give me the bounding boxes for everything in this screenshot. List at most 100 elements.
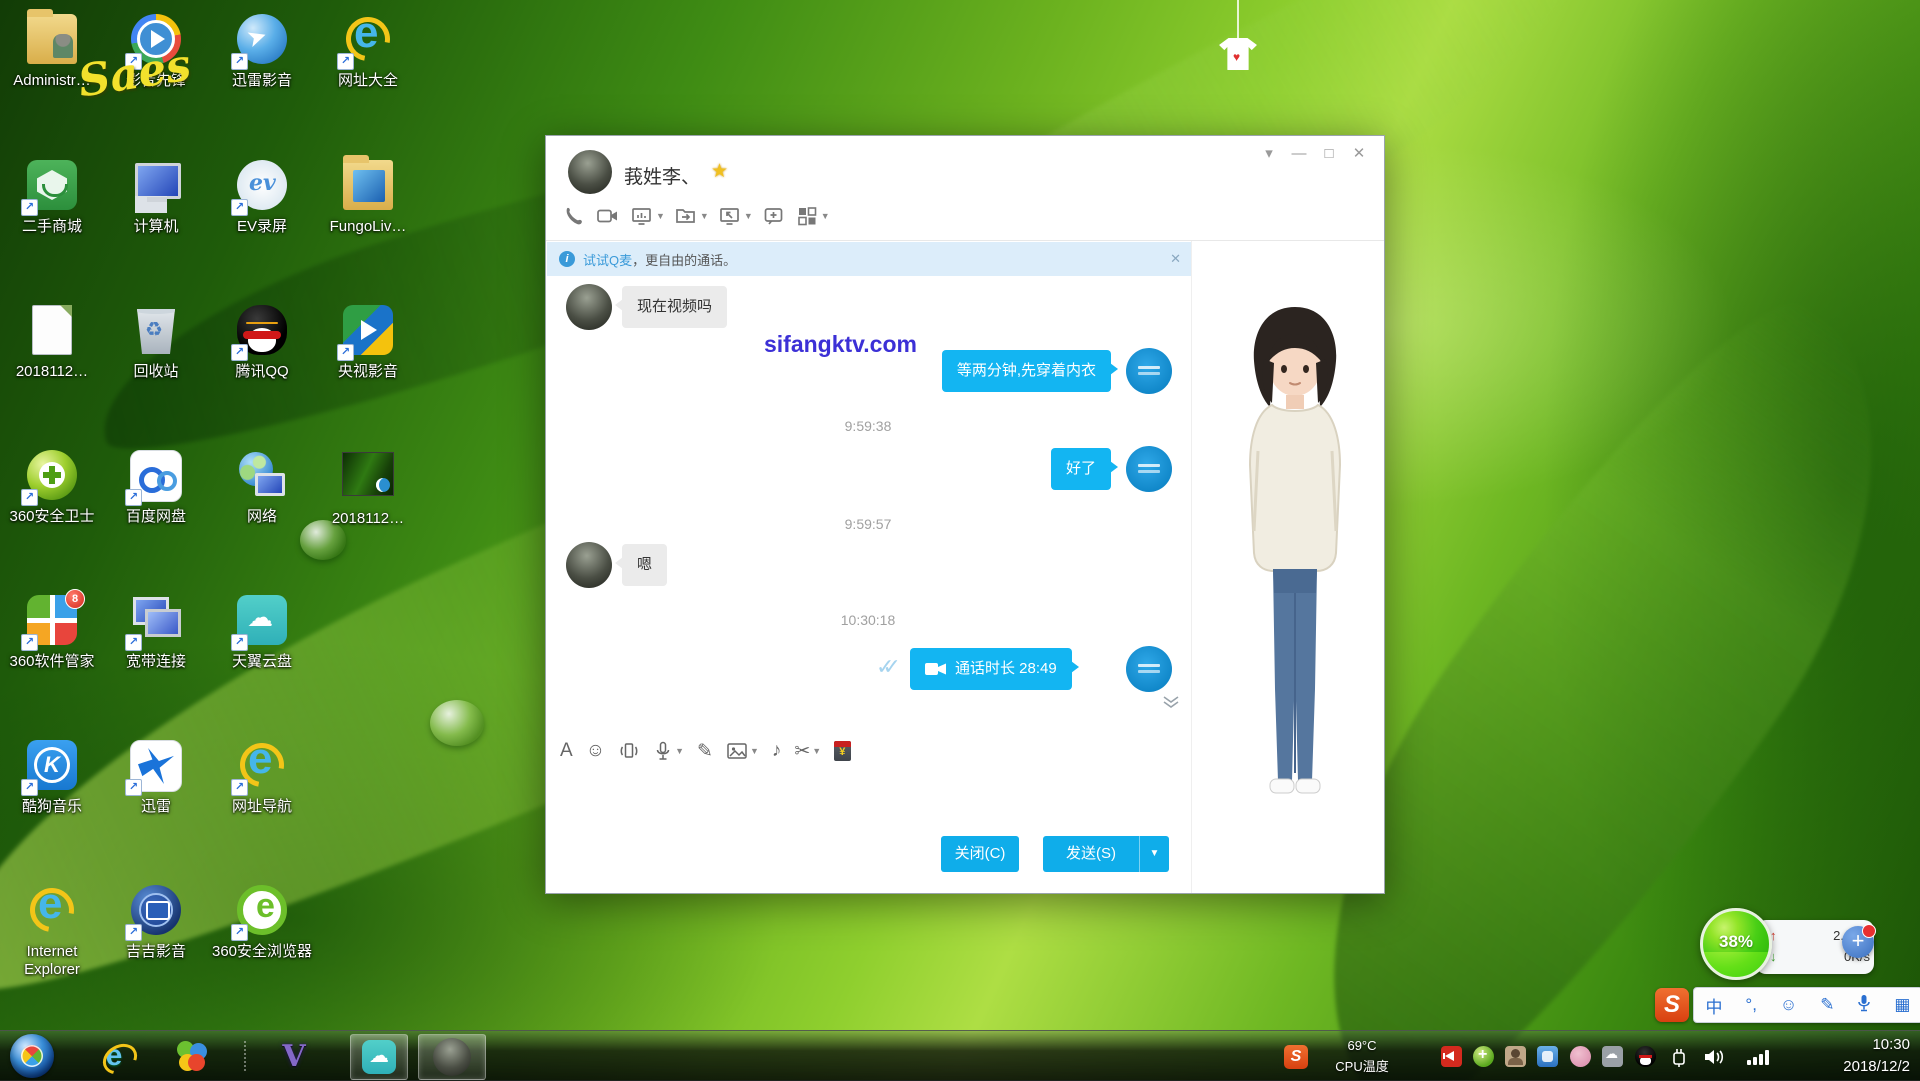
desktop-icon-label: 腾讯QQ xyxy=(210,363,314,381)
desktop-icon-ev-luping[interactable]: ↗ EV录屏 xyxy=(210,158,314,290)
timestamp: 9:59:57 xyxy=(768,516,968,532)
ime-mode-chinese[interactable]: 中 xyxy=(1705,993,1722,1018)
desktop-icon-recycle-bin[interactable]: 回收站 xyxy=(104,303,208,435)
desktop-icon-xunlei[interactable]: ↗ 迅雷 xyxy=(104,738,208,870)
close-chat-button[interactable]: 关闭(C) xyxy=(941,836,1019,872)
nudge-icon[interactable] xyxy=(618,740,640,762)
self-avatar[interactable] xyxy=(1126,646,1172,692)
send-file-icon[interactable]: ▼ xyxy=(674,204,709,228)
notice-close-icon[interactable]: ✕ xyxy=(1170,251,1181,267)
desktop-icon-xunlei-yingyin[interactable]: ↗ 迅雷影音 xyxy=(210,12,314,144)
timestamp: 10:30:18 xyxy=(768,612,968,628)
window-menu-button[interactable]: ▾ xyxy=(1254,144,1284,162)
tray-flower-icon[interactable] xyxy=(1570,1046,1591,1067)
desktop-icon-360-browser[interactable]: ↗ 360安全浏览器 xyxy=(210,883,314,1015)
screenshot-icon[interactable]: ✂▼ xyxy=(794,740,821,763)
create-group-icon[interactable] xyxy=(762,204,786,228)
desktop-icon-label: 回收站 xyxy=(104,363,208,381)
tray-volume-icon[interactable] xyxy=(1702,1046,1726,1073)
call-record-message[interactable]: 通话时长 28:49 xyxy=(910,648,1072,690)
remote-desktop-icon[interactable]: ▼ xyxy=(718,204,753,228)
taskbar-ie-button[interactable]: e xyxy=(88,1036,140,1076)
taskbar-clock[interactable]: 10:30 2018/12/2 xyxy=(1843,1034,1910,1078)
minimize-button[interactable]: — xyxy=(1284,145,1314,162)
peer-avatar[interactable] xyxy=(566,542,612,588)
self-avatar[interactable] xyxy=(1126,348,1172,394)
voice-call-icon[interactable] xyxy=(562,204,586,228)
emoji-icon[interactable]: ☺ xyxy=(586,740,605,762)
desktop-icon-baidu-netdisk[interactable]: ↗ 百度网盘 xyxy=(104,448,208,580)
message-list[interactable]: 现在视频吗 sifangktv.com 等两分钟,先穿着内衣 9:59:38 好… xyxy=(546,276,1191,721)
maximize-button[interactable]: □ xyxy=(1314,145,1344,162)
image-icon[interactable]: ▼ xyxy=(726,741,759,761)
ime-emoji-icon[interactable]: ☺ xyxy=(1780,995,1797,1015)
handwriting-icon[interactable]: ✎ xyxy=(697,740,713,763)
memory-usage-ball[interactable]: 38% xyxy=(1700,908,1772,980)
video-call-icon[interactable] xyxy=(595,204,621,228)
taskbar-vagaa-button[interactable]: V xyxy=(268,1036,320,1076)
desktop-wallpaper: Saes ♥ Administr… ↗ 影音先锋 ↗ 迅雷影音 ↗ 网址大全 ↗… xyxy=(0,0,1920,1080)
desktop-icon-internet-explorer[interactable]: Internet Explorer xyxy=(0,883,104,1015)
desktop-icon-computer[interactable]: 计算机 xyxy=(104,158,208,290)
scroll-bottom-icon[interactable] xyxy=(1162,696,1180,714)
font-icon[interactable]: A xyxy=(560,740,573,762)
send-options-button[interactable]: ▼ xyxy=(1139,836,1169,872)
music-icon[interactable]: ♪ xyxy=(772,740,782,762)
tray-netdisk-icon[interactable] xyxy=(1537,1046,1558,1067)
video-camera-icon xyxy=(925,661,947,677)
ime-punctuation[interactable]: °, xyxy=(1745,995,1757,1015)
ime-pen-icon[interactable]: ✎ xyxy=(1820,995,1834,1015)
desktop-icon-tencent-qq[interactable]: ↗ 腾讯QQ xyxy=(210,303,314,435)
qmic-link[interactable]: 试试Q麦 xyxy=(583,250,632,269)
desktop-icon-yangshi-yingyin[interactable]: ↗ 央视影音 xyxy=(316,303,420,435)
desktop-icon-360-safeguard[interactable]: ↗ 360安全卫士 xyxy=(0,448,104,580)
desktop-icon-video-file[interactable]: 2018112… xyxy=(316,448,420,580)
start-button[interactable] xyxy=(10,1034,54,1078)
tray-sogou-icon[interactable]: S xyxy=(1284,1045,1308,1069)
close-button[interactable]: ✕ xyxy=(1344,144,1374,162)
send-button[interactable]: 发送(S) xyxy=(1043,836,1139,872)
desktop-icon-network[interactable]: 网络 xyxy=(210,448,314,580)
shortcut-arrow-icon: ↗ xyxy=(21,779,38,796)
desktop-icon-document[interactable]: 2018112… xyxy=(0,303,104,435)
tray-cloud-icon[interactable] xyxy=(1602,1046,1623,1067)
tray-announce-icon[interactable] xyxy=(1441,1046,1462,1067)
sogou-logo[interactable]: S xyxy=(1655,988,1689,1022)
ime-mic-icon[interactable] xyxy=(1857,994,1871,1017)
tray-qq-icon[interactable] xyxy=(1635,1046,1656,1067)
desktop-icon-360-software-manager[interactable]: 8↗ 360软件管家 xyxy=(0,593,104,725)
desktop-icon-fungoliv[interactable]: FungoLiv… xyxy=(316,158,420,290)
tray-360-icon[interactable] xyxy=(1473,1046,1494,1067)
voice-message-icon[interactable]: ▼ xyxy=(653,740,684,762)
desktop-icon-wangzhi-daquan[interactable]: ↗ 网址大全 xyxy=(316,12,420,144)
chevron-down-icon: ▼ xyxy=(700,211,709,221)
desktop-icon-label: FungoLiv… xyxy=(316,218,420,236)
apps-grid-icon[interactable]: ▼ xyxy=(795,204,830,228)
tray-user-icon[interactable] xyxy=(1505,1046,1526,1067)
screen-demo-icon[interactable]: ▼ xyxy=(630,204,665,228)
tray-network-signal-icon[interactable] xyxy=(1747,1049,1773,1065)
red-packet-icon[interactable] xyxy=(834,741,851,761)
peer-avatar[interactable] xyxy=(566,284,612,330)
sogou-ime-bar[interactable]: S 中 °, ☺ ✎ ▦ xyxy=(1655,986,1920,1024)
info-icon: i xyxy=(559,251,575,267)
contact-avatar[interactable] xyxy=(568,150,612,194)
qq-chat-window: 莪姓李、 ★ ▾—□✕ ▼ ▼ ▼ xyxy=(545,135,1385,894)
ime-toolbox-icon[interactable]: ▦ xyxy=(1894,995,1910,1015)
desktop-icon-kugou-music[interactable]: ↗ 酷狗音乐 xyxy=(0,738,104,870)
tray-power-plug-icon[interactable] xyxy=(1668,1046,1690,1073)
taskbar-browser-button[interactable] xyxy=(166,1036,218,1076)
desktop-icon-broadband-connection[interactable]: ↗ 宽带连接 xyxy=(104,593,208,725)
chevron-down-icon: ▼ xyxy=(656,211,665,221)
desktop-icon-ershou-shangcheng[interactable]: ↗ 二手商城 xyxy=(0,158,104,290)
taskbar-qq-chat-button[interactable] xyxy=(418,1034,486,1080)
desktop-icon-label: 网址大全 xyxy=(316,72,420,90)
shortcut-arrow-icon: ↗ xyxy=(125,489,142,506)
desktop-icon-tianyi-cloud[interactable]: ↗ 天翼云盘 xyxy=(210,593,314,725)
accelerate-plus-button[interactable]: + xyxy=(1842,926,1874,958)
desktop-icon-jiji-yingyin[interactable]: ↗ 吉吉影音 xyxy=(104,883,208,1015)
desktop-icon-label: 网址导航 xyxy=(210,798,314,816)
taskbar-cloud-button[interactable]: ☁ xyxy=(350,1034,408,1080)
self-avatar[interactable] xyxy=(1126,446,1172,492)
desktop-icon-wangzhi-daohang[interactable]: ↗ 网址导航 xyxy=(210,738,314,870)
